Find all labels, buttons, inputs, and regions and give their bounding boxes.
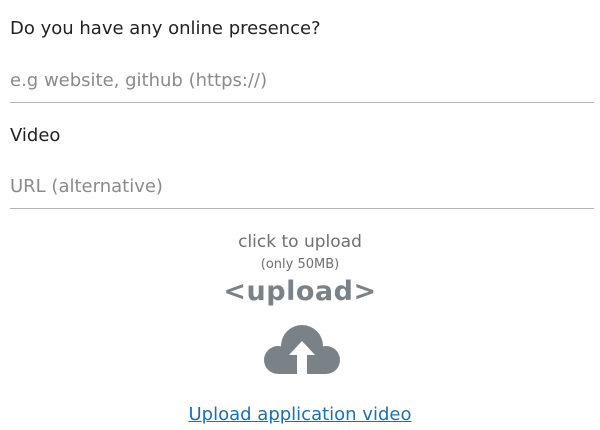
upload-size-limit-text: (only 50MB) [260,257,340,272]
cloud-upload-icon[interactable] [260,320,344,382]
online-presence-input[interactable] [10,59,594,103]
upload-code-label: <upload> [223,276,377,307]
online-presence-label: Do you have any online presence? [10,18,321,39]
video-label: Video [10,125,61,146]
video-upload-dropzone[interactable]: click to upload (only 50MB) <upload> Upl… [0,228,600,428]
video-url-input[interactable] [10,165,594,209]
upload-application-video-link[interactable]: Upload application video [0,404,600,425]
click-to-upload-text: click to upload [238,232,362,252]
